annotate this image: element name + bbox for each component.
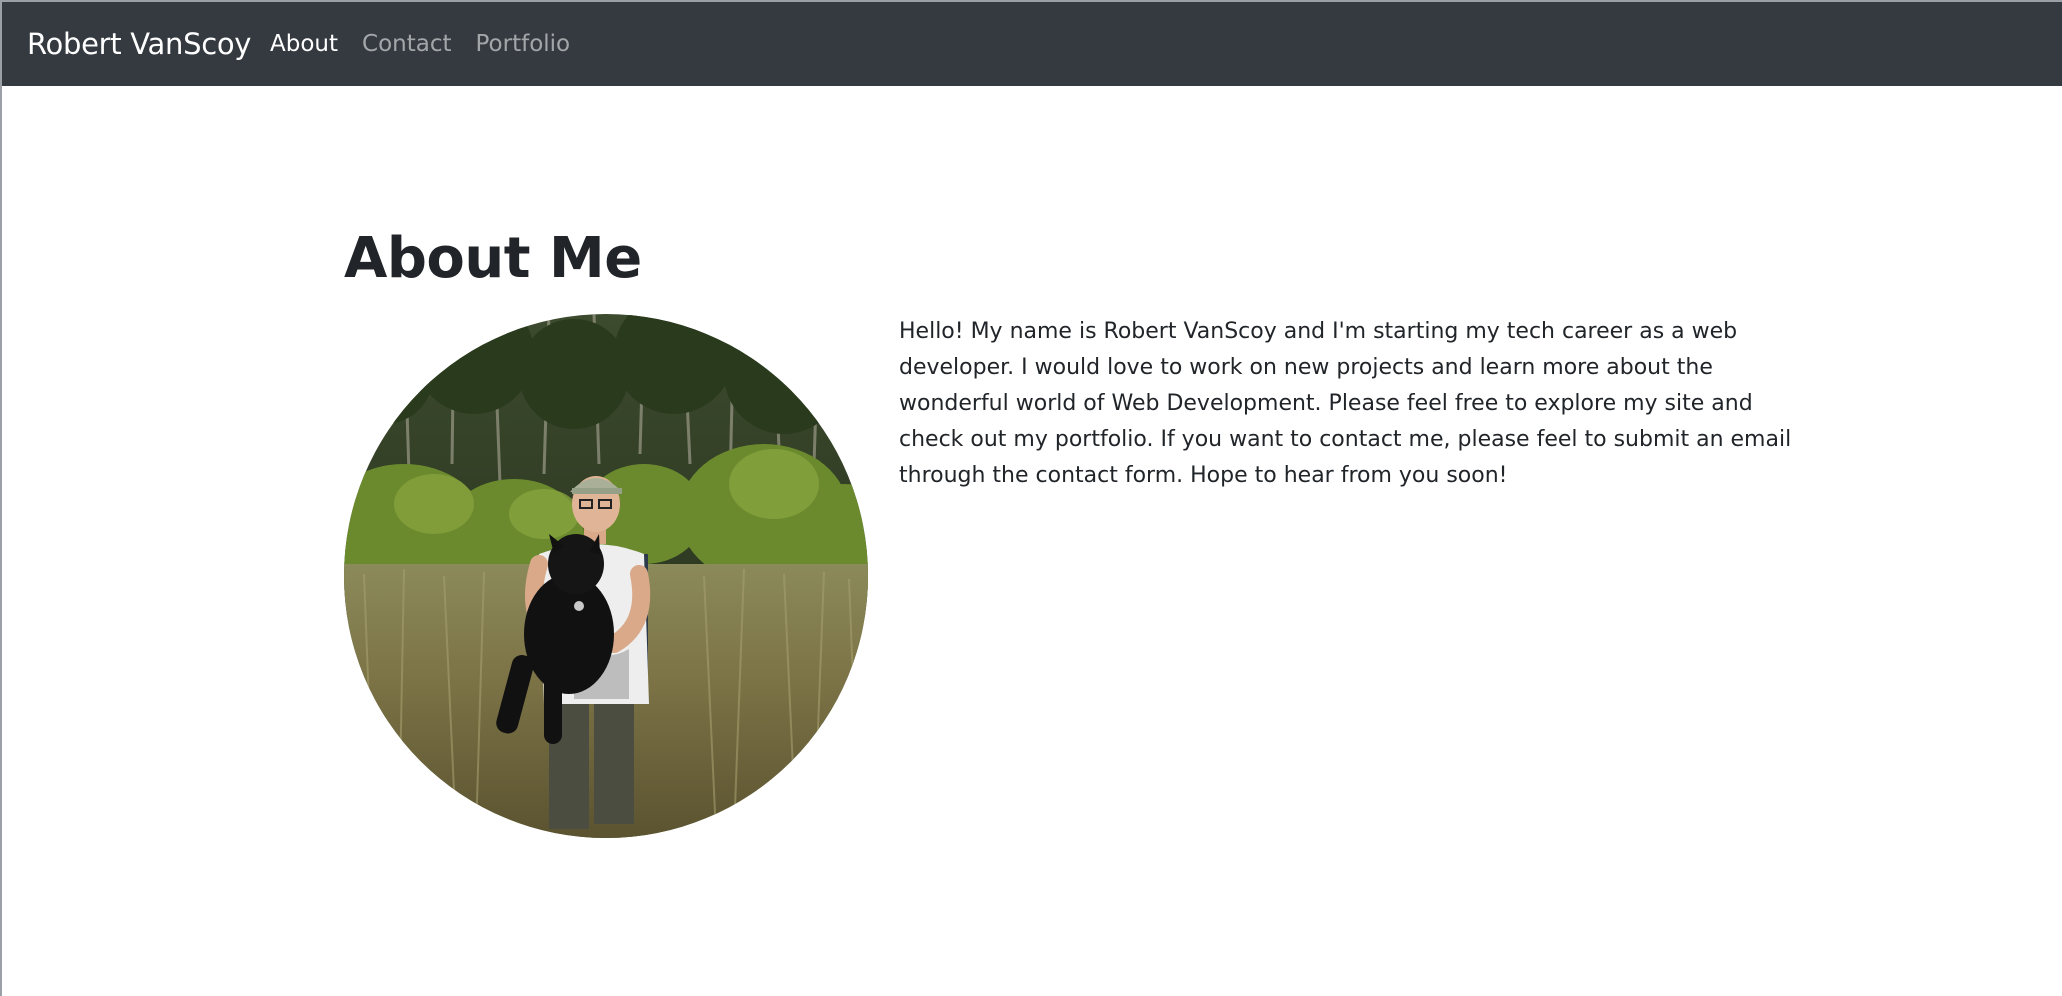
nav-link-about[interactable]: About bbox=[270, 31, 338, 57]
profile-photo bbox=[344, 314, 868, 838]
nav-link-portfolio[interactable]: Portfolio bbox=[476, 31, 571, 57]
nav-links: About Contact Portfolio bbox=[270, 2, 570, 86]
browser-viewport bbox=[0, 0, 2062, 996]
navbar-brand[interactable]: Robert VanScoy bbox=[27, 2, 251, 86]
nav-link-contact[interactable]: Contact bbox=[362, 31, 451, 57]
page-title: About Me bbox=[344, 226, 642, 291]
bio-paragraph: Hello! My name is Robert VanScoy and I'm… bbox=[899, 319, 1792, 488]
top-navbar: Robert VanScoy About Contact Portfolio bbox=[2, 2, 2062, 86]
